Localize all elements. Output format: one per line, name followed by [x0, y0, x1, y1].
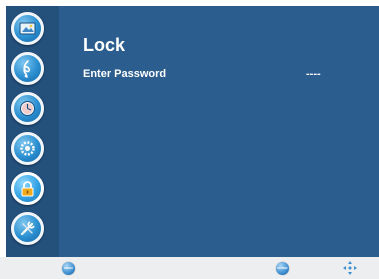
password-label: Enter Password: [83, 68, 167, 80]
lock-icon: [21, 181, 34, 197]
password-input[interactable]: ----: [306, 67, 321, 81]
direction-arrows-icon: [343, 261, 357, 275]
menu-key-label: MENU: [64, 266, 73, 270]
password-row[interactable]: Enter Password ----: [83, 67, 343, 83]
osd-menu-panel: Lock Enter Password ----: [6, 6, 379, 257]
enter-key-icon: ENTER: [276, 262, 289, 275]
time-icon: [20, 101, 35, 116]
time-menu-button[interactable]: [11, 92, 44, 125]
tools-menu-button[interactable]: [11, 212, 44, 245]
menu-key-icon: MENU: [62, 262, 75, 275]
footer-hint-bar: MENU ENTER: [0, 257, 379, 279]
menu-sidebar: [6, 6, 59, 257]
picture-menu-button[interactable]: [11, 12, 44, 45]
setup-icon: [20, 141, 35, 156]
lock-menu-button[interactable]: [11, 172, 44, 205]
tools-icon: [20, 221, 35, 236]
sound-icon: [23, 60, 31, 78]
setup-menu-button[interactable]: [11, 132, 44, 165]
sound-menu-button[interactable]: [11, 52, 44, 85]
page-title: Lock: [83, 35, 126, 55]
enter-key-label: ENTER: [277, 266, 288, 270]
picture-icon: [19, 22, 36, 35]
